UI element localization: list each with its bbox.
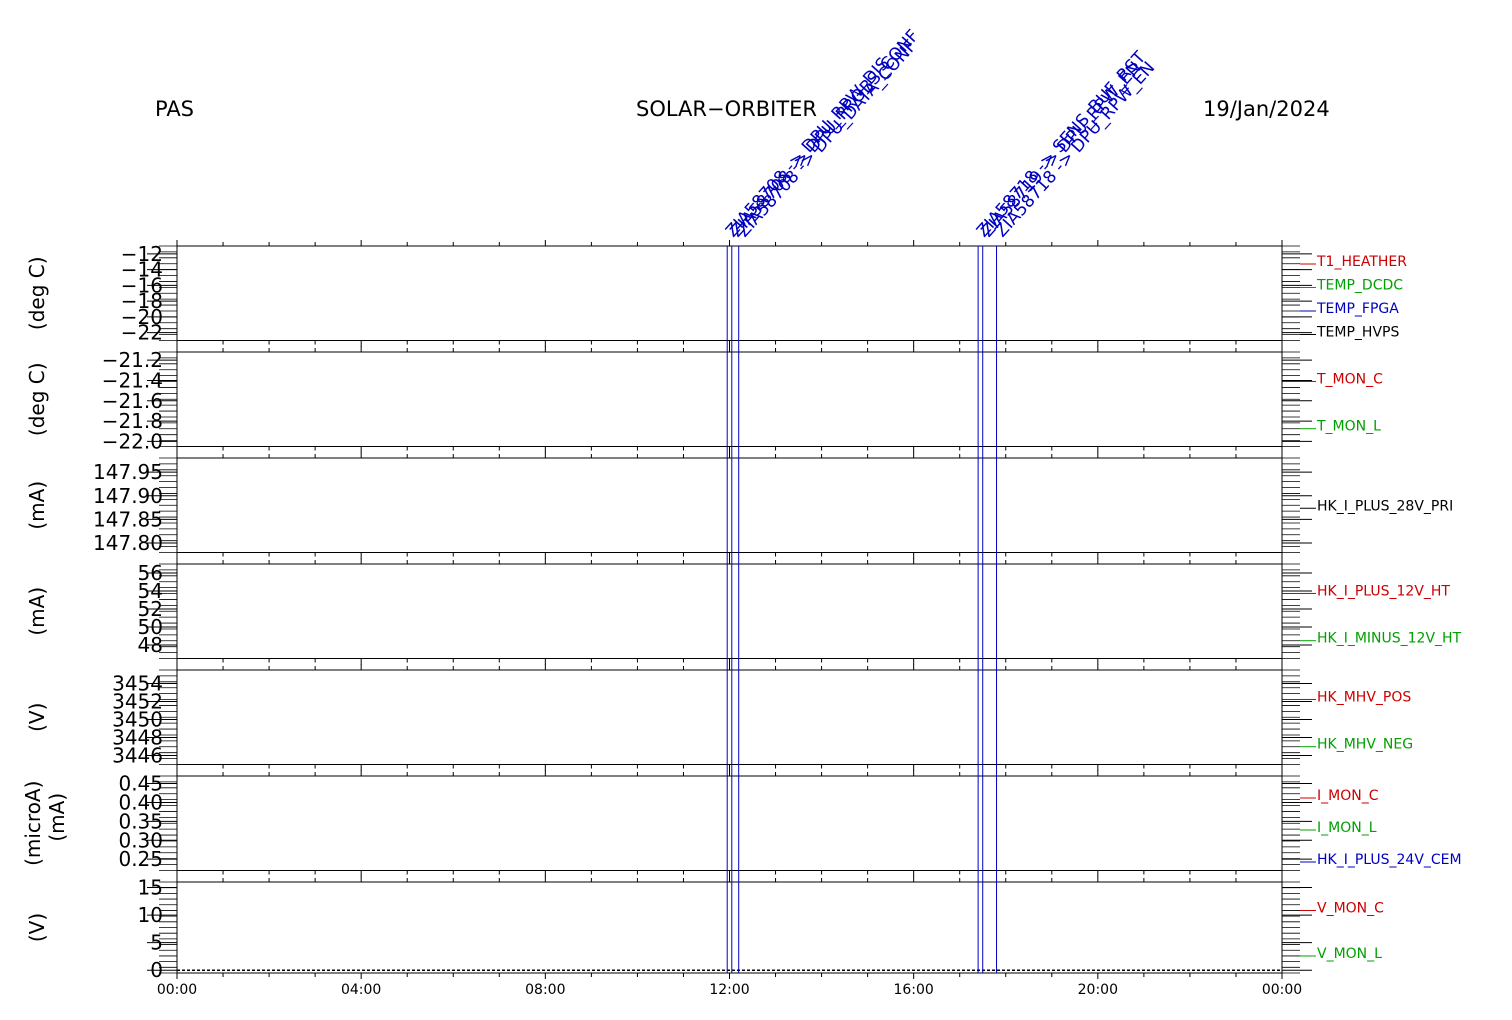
- x-tick-label: 00:00: [157, 982, 197, 998]
- panel-frame: [176, 563, 1283, 659]
- y-tick-label: 0.25: [118, 847, 163, 871]
- series-label: TEMP_FPGA: [1316, 301, 1399, 317]
- series-label: HK_MHV_POS: [1317, 689, 1411, 705]
- panel-frame: [176, 881, 1283, 974]
- x-tick-label: 20:00: [1078, 982, 1118, 998]
- series-label: T_MON_C: [1316, 371, 1383, 387]
- y-axis-unit: (deg C): [25, 362, 49, 436]
- series-label: TEMP_HVPS: [1316, 325, 1399, 341]
- series-label: T1_HEATHER: [1316, 254, 1407, 270]
- events-layer: ZIA58708 -> DPU_RPW_DISZIA58708 -> DPU_P…: [722, 26, 1159, 973]
- series-label: TEMP_DCDC: [1316, 278, 1403, 294]
- panel-2: −21.2−21.4−21.6−21.8−22.0(deg C) T_MON_CT…: [25, 346, 1383, 453]
- x-tick-label: 00:00: [1262, 982, 1302, 998]
- date-title: 19/Jan/2024: [1203, 97, 1330, 121]
- time-axis: 00:00 04:00 08:00 12:00 16:00 20:00 00:00: [157, 982, 1302, 998]
- panel-1: −12−14−16−18−20−22(deg C) T1_HEATHERTEMP_…: [25, 240, 1407, 347]
- y-tick-label: 147.85: [93, 507, 163, 531]
- y-tick-label: 147.90: [93, 484, 163, 508]
- event-label: ZIA58718 -> DPU_RPW_EN: [991, 58, 1159, 241]
- panel-frame: [176, 669, 1283, 765]
- y-axis-unit: (mA): [25, 587, 49, 636]
- series-label: I_MON_L: [1317, 820, 1377, 836]
- housekeeping-chart: PAS SOLAR−ORBITER 19/Jan/2024 −12−14−16−…: [21, 26, 1462, 998]
- y-axis-unit: (microA): [21, 781, 45, 866]
- y-tick-label: 15: [138, 876, 163, 900]
- y-tick-label: 48: [138, 633, 163, 657]
- y-axis-unit: (V): [25, 913, 49, 942]
- series-label: V_MON_C: [1317, 900, 1384, 916]
- series-label: HK_I_PLUS_28V_PRI: [1317, 498, 1453, 514]
- y-tick-label: 147.95: [93, 460, 163, 484]
- panel-frame: [176, 245, 1283, 341]
- y-tick-label: −22.0: [102, 429, 163, 453]
- instrument-title: PAS: [155, 97, 194, 121]
- y-axis-unit: (V): [25, 703, 49, 732]
- panel-7: 15 10 5 0 (V) V_MON_C V_MON_L: [25, 876, 1384, 983]
- x-tick-label: 12:00: [709, 982, 749, 998]
- series-label: HK_I_PLUS_24V_CEM: [1317, 852, 1462, 868]
- x-tick-label: 16:00: [893, 982, 933, 998]
- y-tick-label: 10: [138, 903, 163, 927]
- panels-layer: −12−14−16−18−20−22(deg C) T1_HEATHERTEMP_…: [21, 240, 1462, 982]
- y-axis-unit: (mA): [25, 481, 49, 530]
- y-tick-label: 0: [150, 958, 163, 982]
- y-tick-label: 3446: [112, 744, 163, 768]
- panel-frame: [176, 775, 1283, 871]
- x-tick-label: 08:00: [525, 982, 565, 998]
- mission-title: SOLAR−ORBITER: [636, 97, 817, 121]
- panel-5: 34543452345034483446(V)HK_MHV_POSHK_MHV_…: [25, 664, 1413, 771]
- series-label: HK_MHV_NEG: [1317, 737, 1413, 753]
- y-axis-unit: (deg C): [25, 256, 49, 330]
- panel-frame: [176, 351, 1283, 447]
- series-label: V_MON_L: [1317, 946, 1382, 962]
- series-label: HK_I_MINUS_12V_HT: [1317, 631, 1462, 647]
- panel-frame: [176, 457, 1283, 553]
- series-label: I_MON_C: [1317, 788, 1379, 804]
- x-tick-label: 04:00: [341, 982, 381, 998]
- series-label: T_MON_L: [1316, 419, 1381, 435]
- y-tick-label: −22: [121, 321, 163, 345]
- y-axis-unit-secondary: (mA): [45, 793, 69, 842]
- panel-6: 0.450.400.350.300.25(microA) (mA) I_MON_CI…: [21, 770, 1462, 877]
- event-label: ZIA58708 -> DPU_DATA_CONF: [734, 36, 921, 241]
- y-tick-label: 147.80: [93, 531, 163, 555]
- series-label: HK_I_PLUS_12V_HT: [1317, 583, 1450, 599]
- panel-4: 5654525048(mA) HK_I_PLUS_12V_HTHK_I_MINUS…: [25, 558, 1462, 665]
- y-tick-label: 5: [150, 931, 163, 955]
